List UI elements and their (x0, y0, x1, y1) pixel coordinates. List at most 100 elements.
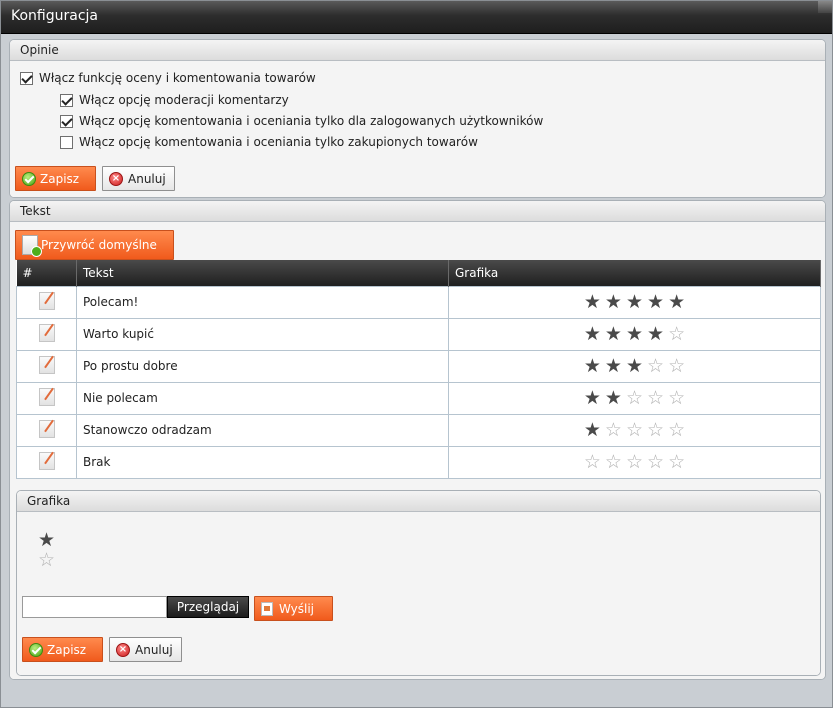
star-empty-icon: ☆ (647, 354, 665, 377)
row-edit-cell (16, 445, 77, 479)
table-row: Nie polecam ★ ★ ☆ ☆ ☆ (16, 381, 821, 415)
file-input[interactable] (22, 596, 167, 618)
close-icon: × (116, 642, 130, 657)
row-edit-cell (16, 349, 77, 383)
row-text-cell: Polecam! (76, 285, 449, 319)
column-header-graphic: Grafika (448, 260, 821, 286)
star-empty-icon: ☆ (583, 450, 601, 473)
star-empty-icon: ☆ (668, 354, 686, 377)
star-full-icon: ★ (604, 386, 622, 409)
tekst-panel: Tekst Przywróć domyślne # Tekst Grafika … (9, 200, 826, 680)
option-enable-ratings[interactable]: Włącz funkcję oceny i komentowania towar… (20, 71, 316, 85)
row-edit-cell (16, 317, 77, 351)
opinie-body: Włącz funkcję oceny i komentowania towar… (10, 61, 825, 197)
save-label: Zapisz (47, 642, 87, 657)
star-empty-icon: ☆ (647, 386, 665, 409)
star-empty-icon: ☆ (604, 450, 622, 473)
option-moderation[interactable]: Włącz opcję moderacji komentarzy (60, 93, 289, 107)
tekst-body: Przywróć domyślne # Tekst Grafika Poleca… (10, 222, 825, 679)
star-full-icon: ★ (625, 290, 644, 313)
ratings-table: # Tekst Grafika Polecam! ★ ★ ★ ★ ★ Warto kupić… (16, 260, 821, 479)
checkbox-moderation[interactable] (60, 93, 73, 107)
star-full-preview-icon: ★ (38, 529, 56, 551)
window-titlebar: Konfiguracja (1, 1, 832, 34)
star-empty-icon: ☆ (647, 450, 665, 473)
star-empty-icon: ☆ (647, 418, 665, 441)
star-full-icon: ★ (583, 354, 601, 377)
option-label: Włącz opcję komentowania i oceniania tyl… (79, 114, 544, 128)
edit-icon[interactable] (38, 355, 55, 374)
table-header-row: # Tekst Grafika (16, 260, 821, 286)
edit-icon[interactable] (38, 419, 55, 438)
close-icon: × (109, 171, 123, 186)
check-icon (29, 642, 43, 657)
star-empty-icon: ☆ (668, 450, 686, 473)
option-logged-only[interactable]: Włącz opcję komentowania i oceniania tyl… (60, 114, 543, 128)
star-empty-icon: ☆ (625, 418, 644, 441)
star-empty-icon: ☆ (668, 418, 686, 441)
cancel-button[interactable]: × Anuluj (102, 166, 175, 191)
send-button[interactable]: Wyślij (254, 596, 333, 621)
edit-icon[interactable] (38, 387, 55, 406)
star-full-icon: ★ (604, 354, 622, 377)
star-full-icon: ★ (647, 322, 665, 345)
star-full-icon: ★ (668, 290, 686, 313)
restore-defaults-button[interactable]: Przywróć domyślne (15, 230, 174, 260)
option-label: Włącz opcję komentowania i oceniania tyl… (79, 135, 478, 149)
star-empty-icon: ☆ (625, 386, 644, 409)
star-full-icon: ★ (583, 322, 601, 345)
upload-icon (261, 601, 273, 616)
browse-button[interactable]: Przeglądaj (167, 596, 249, 618)
grafika-cancel-button[interactable]: × Anuluj (109, 637, 182, 662)
row-text-cell: Nie polecam (76, 381, 449, 415)
row-stars-cell: ★ ★ ★ ★ ★ (448, 285, 821, 319)
column-header-text: Tekst (76, 260, 449, 286)
grafika-body: ★ ☆ Przeglądaj Wyślij Zapisz × Anuluj (17, 512, 820, 675)
star-empty-icon: ☆ (668, 322, 686, 345)
table-row: Warto kupić ★ ★ ★ ★ ☆ (16, 317, 821, 351)
row-stars-cell: ★ ★ ★ ☆ ☆ (448, 349, 821, 383)
star-empty-icon: ☆ (625, 450, 644, 473)
row-edit-cell (16, 285, 77, 319)
checkbox-purchased-only[interactable] (60, 135, 73, 149)
grafika-save-button[interactable]: Zapisz (22, 637, 103, 662)
row-edit-cell (16, 413, 77, 447)
check-icon (22, 171, 36, 186)
table-row: Po prostu dobre ★ ★ ★ ☆ ☆ (16, 349, 821, 383)
star-empty-preview-icon: ☆ (38, 549, 56, 571)
star-full-icon: ★ (625, 354, 644, 377)
edit-icon[interactable] (38, 323, 55, 342)
window-title: Konfiguracja (11, 8, 99, 24)
table-row: Brak ☆ ☆ ☆ ☆ ☆ (16, 445, 821, 479)
row-edit-cell (16, 381, 77, 415)
row-stars-cell: ★ ★ ☆ ☆ ☆ (448, 381, 821, 415)
star-empty-icon: ☆ (668, 386, 686, 409)
save-label: Zapisz (40, 171, 80, 186)
checkbox-logged-only[interactable] (60, 114, 73, 128)
star-full-icon: ★ (604, 290, 622, 313)
send-label: Wyślij (279, 601, 315, 616)
opinie-panel: Opinie Włącz funkcję oceny i komentowani… (9, 39, 826, 198)
save-button[interactable]: Zapisz (15, 166, 96, 191)
row-text-cell: Warto kupić (76, 317, 449, 351)
config-window: Konfiguracja Opinie Włącz funkcję oceny … (0, 0, 833, 708)
row-text-cell: Stanowczo odradzam (76, 413, 449, 447)
table-row: Stanowczo odradzam ★ ☆ ☆ ☆ ☆ (16, 413, 821, 447)
edit-icon[interactable] (38, 291, 55, 310)
star-full-icon: ★ (647, 290, 665, 313)
tekst-header: Tekst (10, 201, 825, 222)
star-full-icon: ★ (625, 322, 644, 345)
cancel-label: Anuluj (128, 171, 166, 186)
table-row: Polecam! ★ ★ ★ ★ ★ (16, 285, 821, 319)
checkbox-enable-ratings[interactable] (20, 71, 33, 85)
star-empty-icon: ☆ (604, 418, 622, 441)
cancel-label: Anuluj (135, 642, 173, 657)
option-purchased-only[interactable]: Włącz opcję komentowania i oceniania tyl… (60, 135, 478, 149)
star-full-icon: ★ (604, 322, 622, 345)
edit-icon[interactable] (38, 451, 55, 470)
restore-label: Przywróć domyślne (41, 238, 157, 252)
window-close-icon[interactable] (818, 1, 832, 13)
option-label: Włącz funkcję oceny i komentowania towar… (39, 71, 316, 85)
row-text-cell: Brak (76, 445, 449, 479)
row-text-cell: Po prostu dobre (76, 349, 449, 383)
